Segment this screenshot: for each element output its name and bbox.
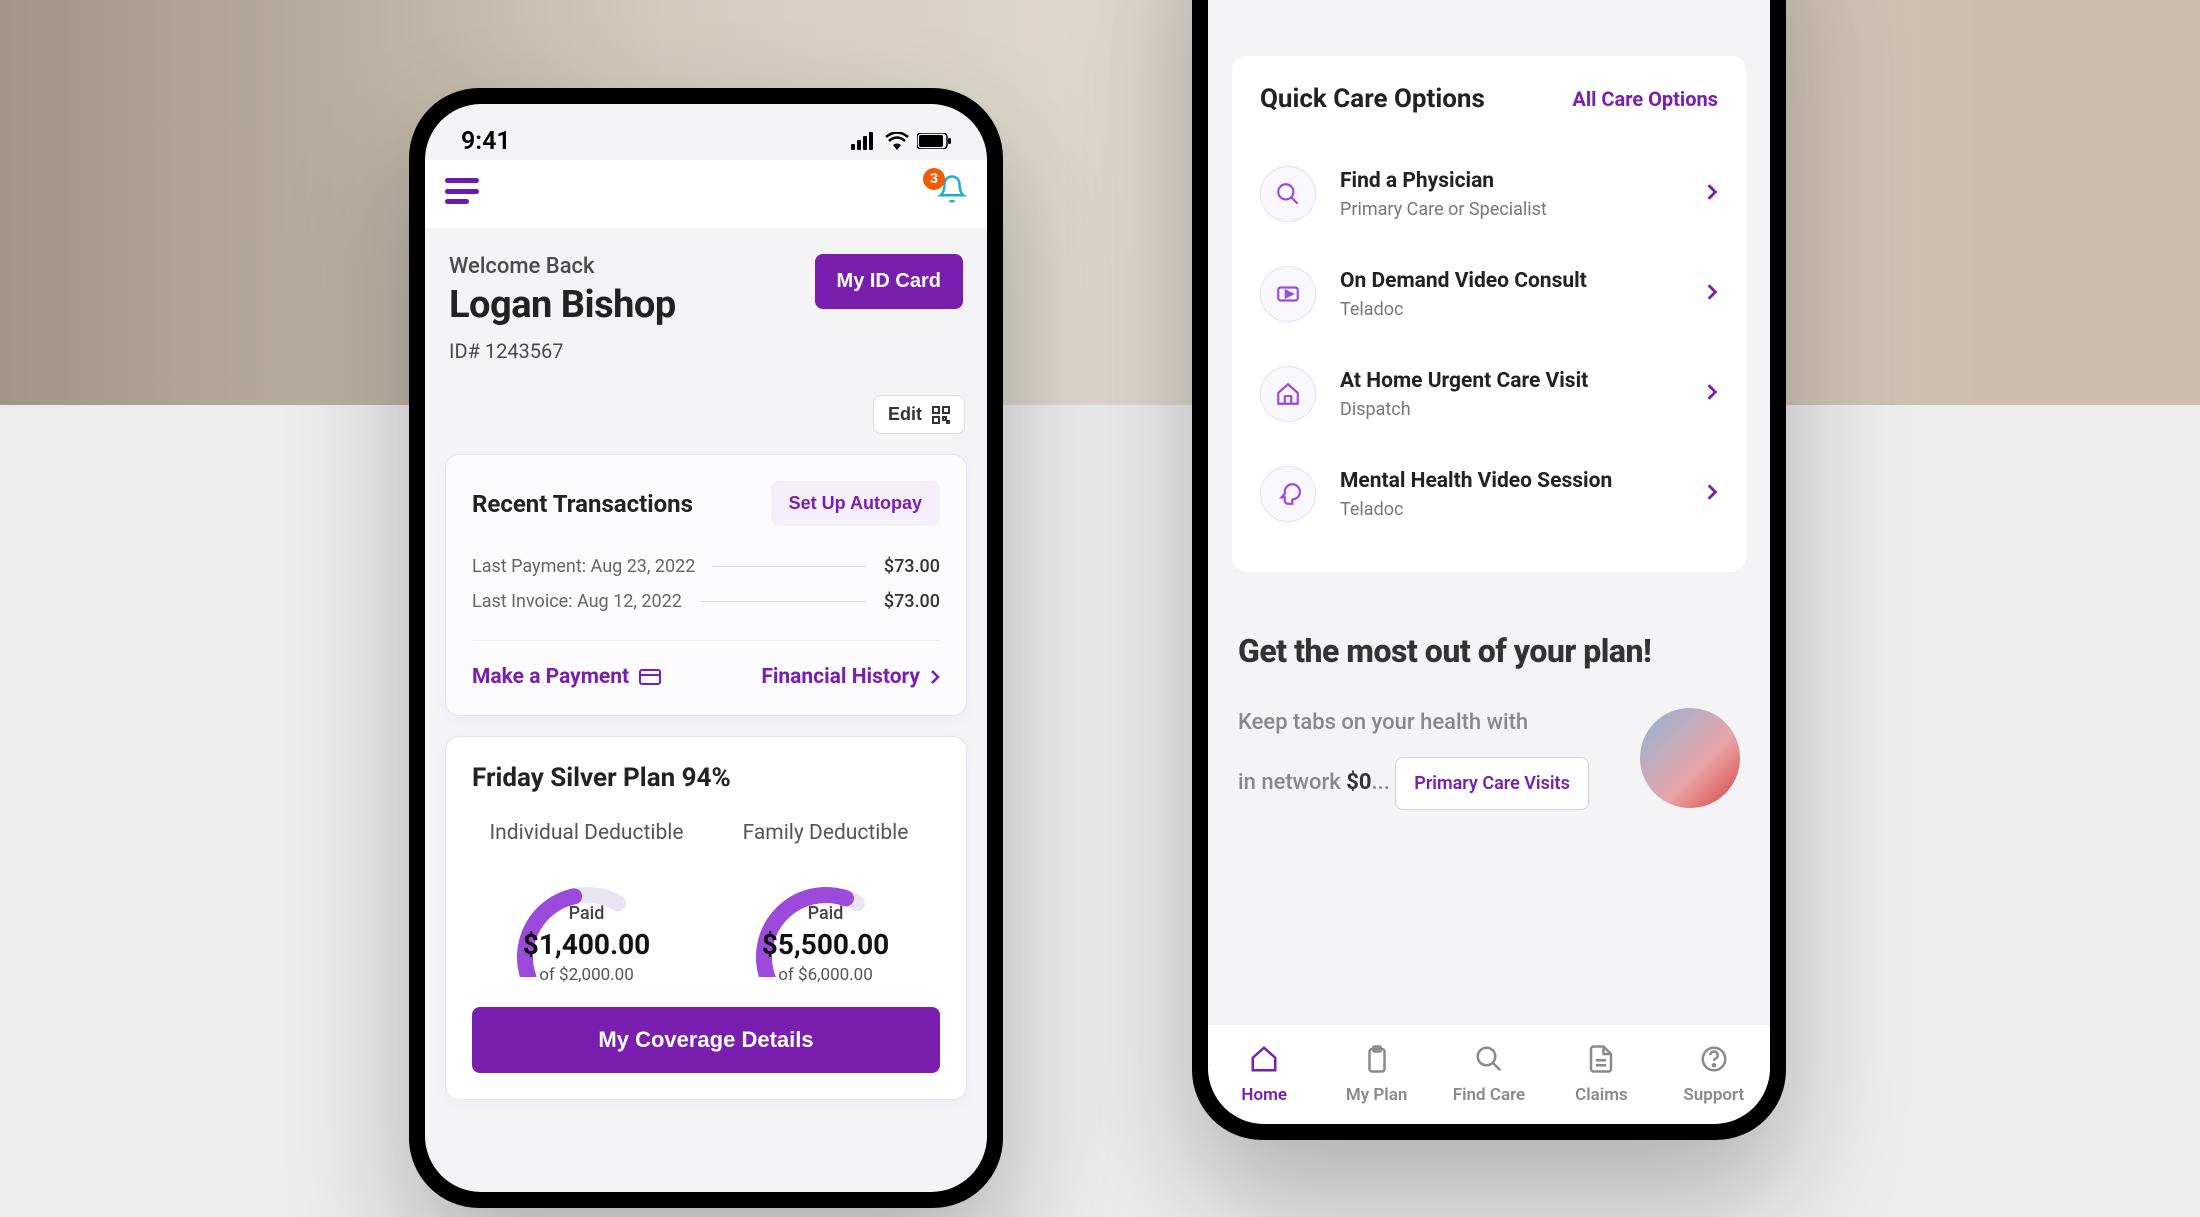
- quick-care-item[interactable]: Mental Health Video Session Teladoc: [1260, 444, 1718, 544]
- app-bar: 3: [425, 160, 987, 228]
- tab-my-plan[interactable]: My Plan: [1320, 1025, 1432, 1124]
- home-icon: [1260, 366, 1316, 422]
- transaction-label: Last Payment: Aug 23, 2022: [472, 556, 695, 577]
- help-icon: [1699, 1044, 1729, 1079]
- chevron-right-icon: [1706, 282, 1718, 307]
- notifications-button[interactable]: 3: [937, 174, 967, 208]
- tab-claims[interactable]: Claims: [1545, 1025, 1657, 1124]
- financial-history-link[interactable]: Financial History: [761, 665, 940, 689]
- search-icon: [1260, 166, 1316, 222]
- phone-frame-left: 9:41 3 Welcome Back Lo: [409, 88, 1003, 1208]
- video-icon: [1260, 266, 1316, 322]
- tab-find-care[interactable]: Find Care: [1433, 1025, 1545, 1124]
- gauge-title: Family Deductible: [711, 821, 940, 845]
- gauge-title: Individual Deductible: [472, 821, 701, 845]
- status-time: 9:41: [461, 127, 511, 156]
- clipboard-icon: [1362, 1044, 1392, 1079]
- make-payment-label: Make a Payment: [472, 665, 629, 689]
- quick-care-item[interactable]: On Demand Video Consult Teladoc: [1260, 244, 1718, 344]
- of-amount: of $6,000.00: [711, 965, 940, 985]
- home-icon: [1249, 1044, 1279, 1079]
- tab-label: Claims: [1575, 1085, 1628, 1105]
- tab-bar: Home My Plan Find Care Claims Support: [1208, 1024, 1770, 1124]
- quick-care-item[interactable]: Find a Physician Primary Care or Speciali…: [1260, 144, 1718, 244]
- transaction-amount: $73.00: [884, 591, 940, 612]
- status-icons: [851, 132, 951, 150]
- qr-icon: [932, 406, 950, 424]
- quick-care-item-title: At Home Urgent Care Visit: [1340, 369, 1706, 393]
- quick-care-card: Quick Care Options All Care Options Find…: [1232, 56, 1746, 572]
- quick-care-title: Quick Care Options: [1260, 84, 1485, 114]
- chevron-right-icon: [1706, 482, 1718, 507]
- search-icon: [1474, 1044, 1504, 1079]
- edit-button[interactable]: Edit: [873, 395, 965, 434]
- setup-autopay-button[interactable]: Set Up Autopay: [771, 481, 940, 526]
- my-id-card-button[interactable]: My ID Card: [815, 254, 963, 309]
- quick-care-item-subtitle: Teladoc: [1340, 499, 1706, 520]
- tab-label: Support: [1683, 1085, 1744, 1105]
- plan-title: Friday Silver Plan 94%: [472, 763, 940, 793]
- chevron-right-icon: [1706, 382, 1718, 407]
- paid-label: Paid: [472, 903, 701, 924]
- phone-frame-right: Quick Care Options All Care Options Find…: [1192, 0, 1786, 1140]
- file-icon: [1586, 1044, 1616, 1079]
- promo-text: Keep tabs on your health with in network…: [1238, 706, 1610, 810]
- tab-label: My Plan: [1346, 1085, 1408, 1105]
- all-care-options-link[interactable]: All Care Options: [1572, 87, 1718, 111]
- promo-section: Get the most out of your plan! Keep tabs…: [1208, 592, 1770, 840]
- user-name: Logan Bishop: [449, 283, 676, 327]
- make-payment-link[interactable]: Make a Payment: [472, 665, 661, 689]
- notification-badge: 3: [923, 168, 945, 190]
- wifi-icon: [885, 132, 909, 150]
- quick-care-item-subtitle: Dispatch: [1340, 399, 1706, 420]
- tab-label: Find Care: [1453, 1085, 1525, 1105]
- transaction-row: Last Payment: Aug 23, 2022 $73.00: [472, 556, 940, 577]
- battery-icon: [917, 133, 951, 149]
- user-id: ID# 1243567: [449, 339, 676, 363]
- welcome-label: Welcome Back: [449, 254, 676, 279]
- quick-care-item-title: Find a Physician: [1340, 169, 1706, 193]
- recent-transactions-card: Recent Transactions Set Up Autopay Last …: [445, 454, 967, 716]
- recent-transactions-title: Recent Transactions: [472, 490, 693, 518]
- of-amount: of $2,000.00: [472, 965, 701, 985]
- edit-label: Edit: [888, 404, 922, 425]
- primary-care-pill[interactable]: Primary Care Visits: [1395, 757, 1589, 810]
- status-bar: 9:41: [425, 104, 987, 160]
- head-icon: [1260, 466, 1316, 522]
- chevron-right-icon: [930, 669, 940, 685]
- deductible-gauge: Individual DeductiblePaid$1,400.00of $2,…: [472, 821, 701, 977]
- plan-card: Friday Silver Plan 94% Individual Deduct…: [445, 736, 967, 1100]
- quick-care-item-subtitle: Teladoc: [1340, 299, 1706, 320]
- promo-avatar: [1640, 708, 1740, 808]
- tab-home[interactable]: Home: [1208, 1025, 1320, 1124]
- paid-amount: $1,400.00: [472, 928, 701, 961]
- card-icon: [639, 669, 661, 685]
- coverage-details-button[interactable]: My Coverage Details: [472, 1007, 940, 1073]
- welcome-header: Welcome Back Logan Bishop ID# 1243567 My…: [425, 228, 987, 373]
- tab-label: Home: [1241, 1085, 1287, 1105]
- quick-care-item[interactable]: At Home Urgent Care Visit Dispatch: [1260, 344, 1718, 444]
- quick-care-item-title: On Demand Video Consult: [1340, 269, 1706, 293]
- quick-care-item-subtitle: Primary Care or Specialist: [1340, 199, 1706, 220]
- paid-amount: $5,500.00: [711, 928, 940, 961]
- financial-history-label: Financial History: [761, 665, 920, 689]
- chevron-right-icon: [1706, 182, 1718, 207]
- tab-support[interactable]: Support: [1658, 1025, 1770, 1124]
- transaction-label: Last Invoice: Aug 12, 2022: [472, 591, 682, 612]
- signal-icon: [851, 132, 877, 150]
- transaction-row: Last Invoice: Aug 12, 2022 $73.00: [472, 591, 940, 612]
- promo-heading: Get the most out of your plan!: [1238, 632, 1740, 670]
- menu-button[interactable]: [445, 178, 479, 204]
- quick-care-item-title: Mental Health Video Session: [1340, 469, 1706, 493]
- paid-label: Paid: [711, 903, 940, 924]
- deductible-gauge: Family DeductiblePaid$5,500.00of $6,000.…: [711, 821, 940, 977]
- transaction-amount: $73.00: [884, 556, 940, 577]
